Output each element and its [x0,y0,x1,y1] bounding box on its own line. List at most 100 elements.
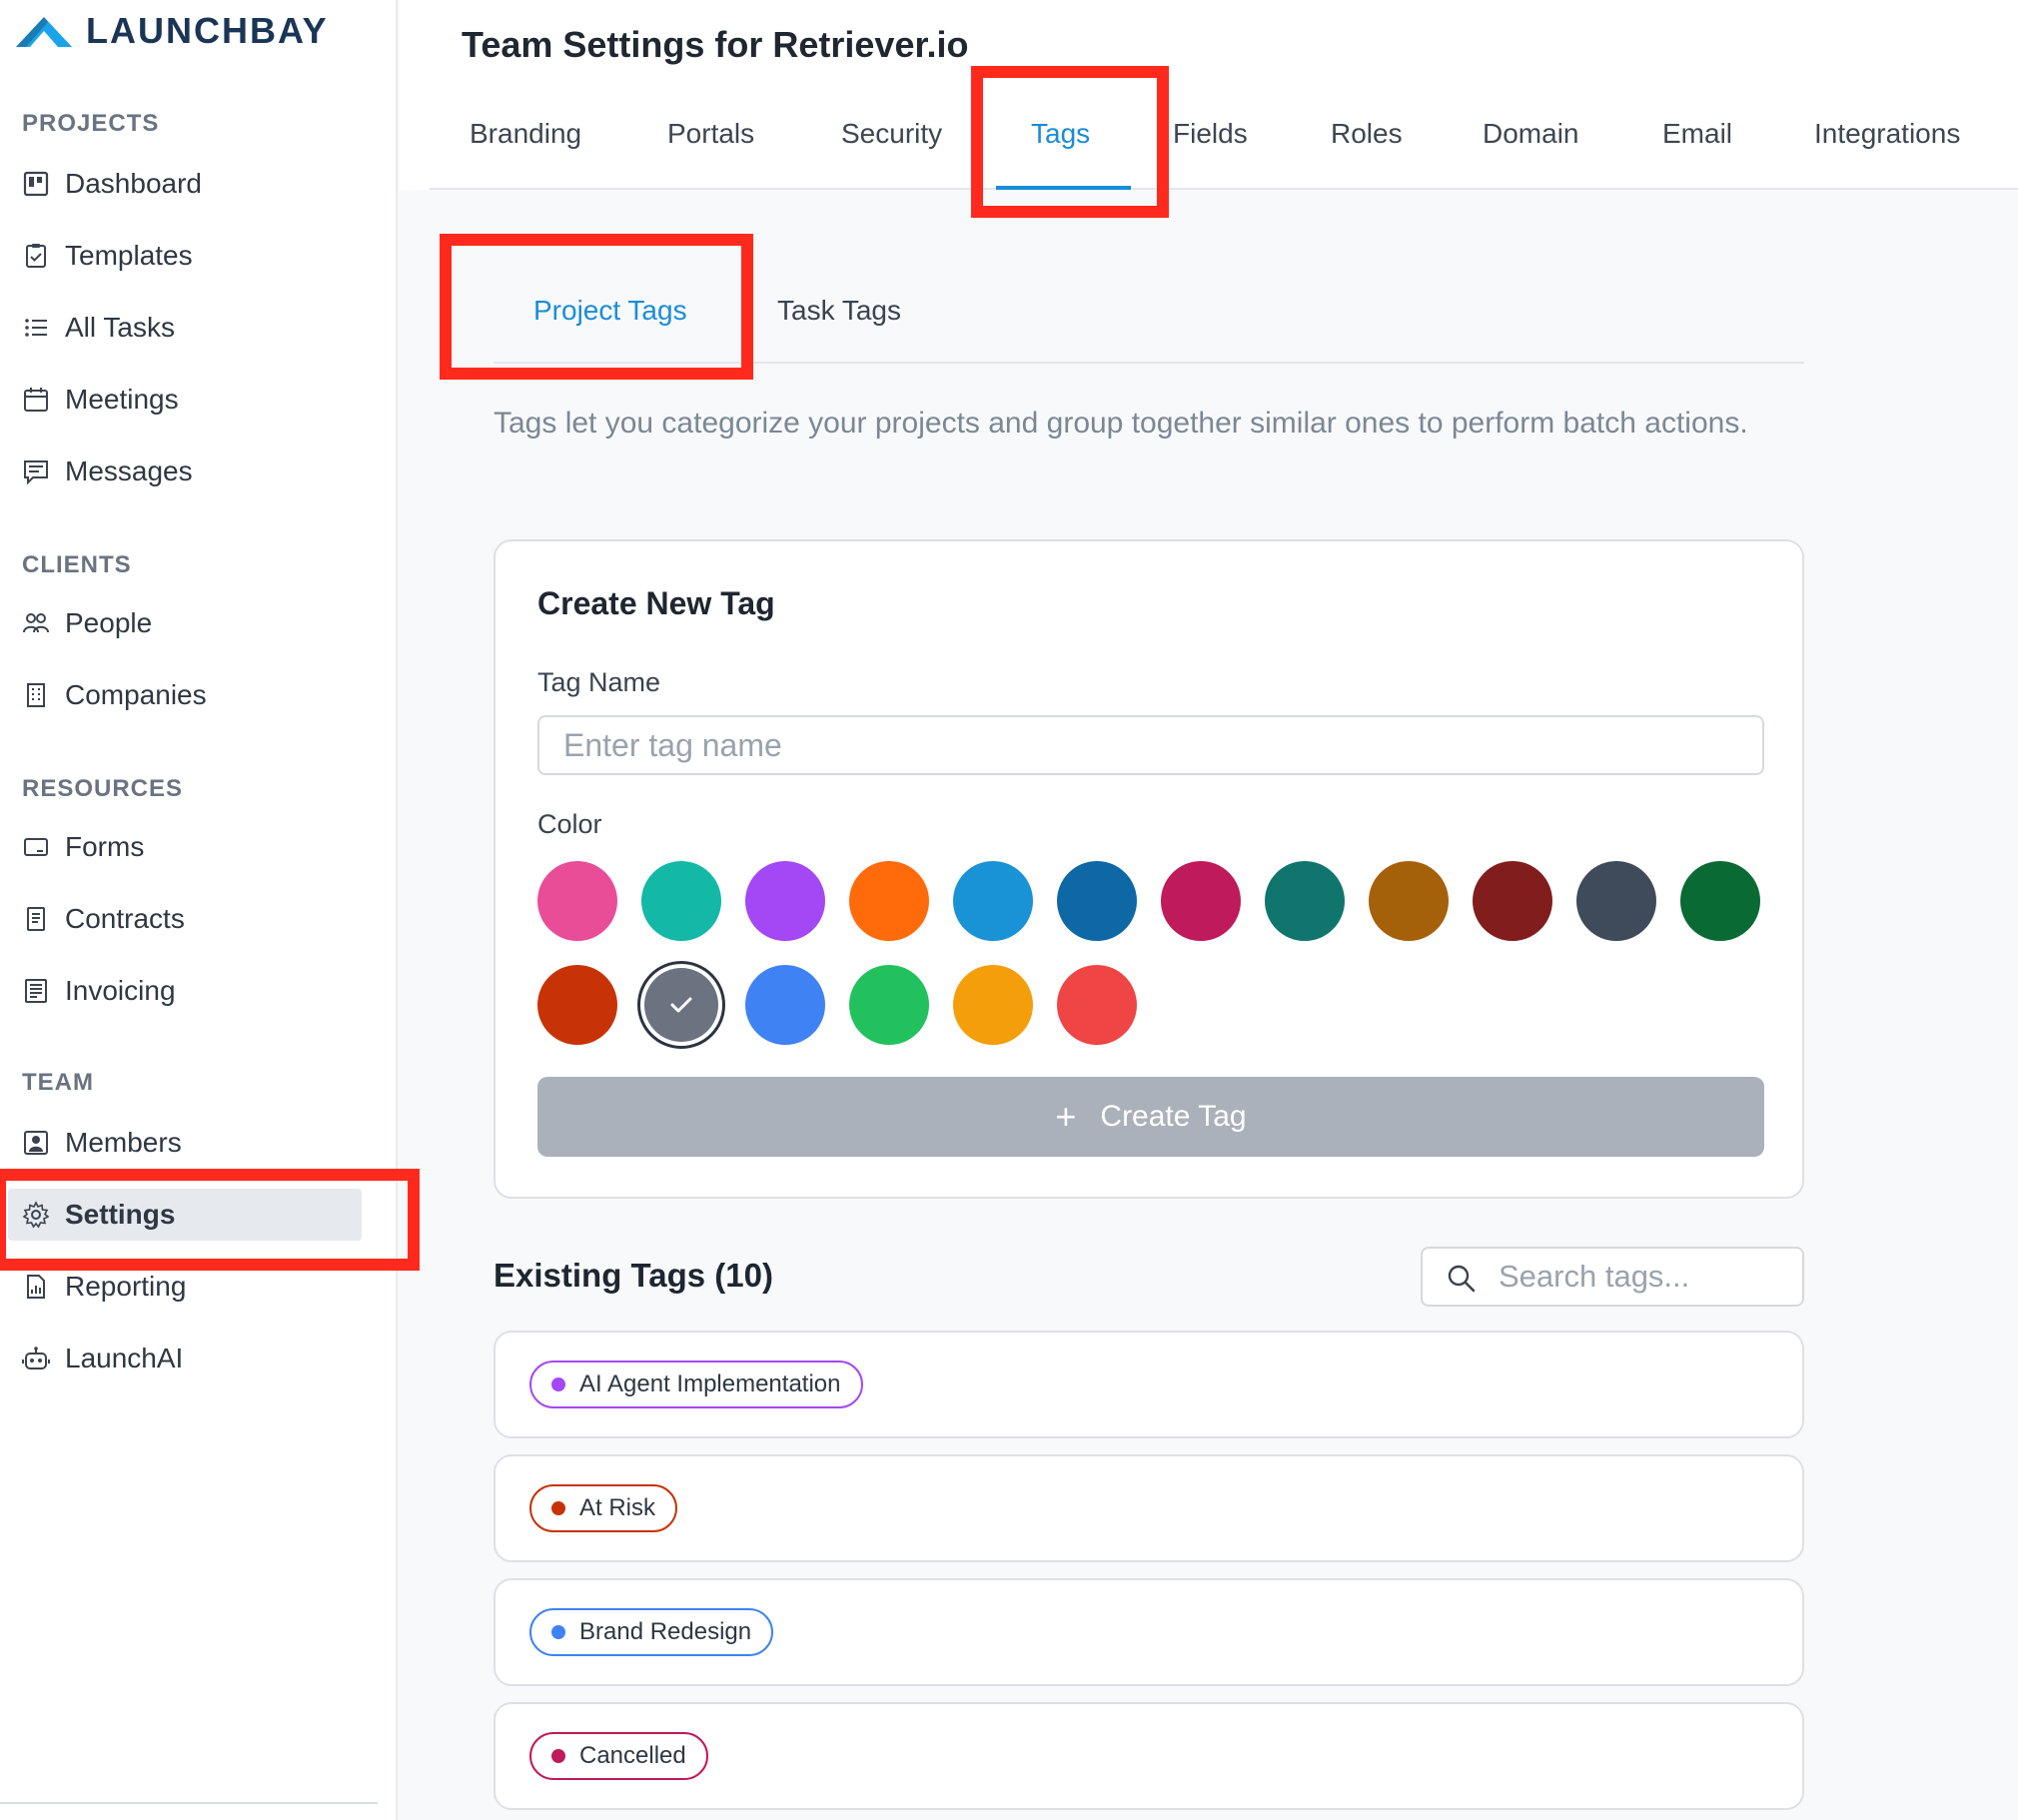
color-swatch[interactable] [953,965,1033,1045]
tags-description: Tags let you categorize your projects an… [494,407,1748,440]
color-swatch[interactable] [1473,861,1552,941]
color-swatch[interactable] [1265,861,1345,941]
sidebar-item-templates[interactable]: Templates [0,230,362,282]
tab-portals[interactable]: Portals [667,118,754,150]
color-swatch[interactable] [537,861,617,941]
check-icon [670,997,692,1013]
member-icon [22,1129,50,1157]
sidebar-item-label: Templates [65,240,193,271]
color-swatch[interactable] [953,861,1033,941]
sidebar-item-messages[interactable]: Messages [0,446,362,497]
highlight-tags-tab [971,66,1169,218]
create-tag-title: Create New Tag [537,585,775,621]
clipboard-icon [22,242,50,270]
tag-row[interactable]: Brand Redesign [494,1578,1804,1686]
sidebar-item-people[interactable]: People [0,597,362,649]
subtab-task-tags[interactable]: Task Tags [777,295,901,327]
brand-name: LAUNCHBAY [86,10,329,51]
tag-name: At Risk [579,1494,656,1521]
tab-integrations[interactable]: Integrations [1814,118,1960,150]
sidebar-item-label: Reporting [65,1271,187,1302]
plus-icon: + [1055,1096,1077,1137]
header: Team Settings for Retriever.io Branding … [400,0,2018,190]
page-title: Team Settings for Retriever.io [462,24,969,65]
sidebar-item-label: Invoicing [65,975,176,1006]
tag-color-dot [551,1501,565,1515]
tabs-divider [430,188,2018,190]
section-title-resources: RESOURCES [22,775,184,802]
sidebar-item-label: Meetings [65,384,179,415]
color-swatch[interactable] [849,861,929,941]
tab-fields[interactable]: Fields [1173,118,1248,150]
sidebar-item-launchai[interactable]: LaunchAI [0,1333,362,1384]
color-swatch[interactable] [1057,965,1137,1045]
search-icon [1447,1264,1477,1299]
sidebar-item-companies[interactable]: Companies [0,669,362,721]
sidebar-item-members[interactable]: Members [0,1117,362,1169]
section-title-team: TEAM [22,1069,94,1096]
color-swatch[interactable] [1057,861,1137,941]
tab-security[interactable]: Security [841,118,942,150]
search-tags-field[interactable] [1421,1247,1804,1307]
sidebar-item-dashboard[interactable]: Dashboard [0,158,362,210]
color-swatch[interactable] [641,861,721,941]
sidebar-item-all-tasks[interactable]: All Tasks [0,302,362,354]
tag-name: Brand Redesign [579,1618,752,1645]
sidebar-item-label: LaunchAI [65,1343,184,1373]
form-icon [22,833,50,861]
tag-pill[interactable]: At Risk [529,1484,678,1532]
report-icon [22,1273,50,1301]
tag-row[interactable]: At Risk [494,1454,1804,1562]
tab-branding[interactable]: Branding [470,118,581,150]
list-icon [22,314,50,342]
color-swatch[interactable] [1161,861,1241,941]
launchbay-logo[interactable]: LAUNCHBAY [14,10,329,52]
tag-color-dot [551,1625,565,1639]
sidebar-item-meetings[interactable]: Meetings [0,374,362,426]
sidebar: LAUNCHBAY PROJECTS Dashboard Templates A… [0,0,398,1820]
tab-domain[interactable]: Domain [1483,118,1578,150]
tag-name-label: Tag Name [537,667,661,697]
sidebar-item-label: Companies [65,679,207,710]
sidebar-item-label: Messages [65,455,193,486]
tag-name-input[interactable] [537,715,1764,775]
tab-email[interactable]: Email [1662,118,1732,150]
color-swatch[interactable] [644,968,718,1042]
color-swatch[interactable] [849,965,929,1045]
highlight-settings [0,1169,420,1271]
sidebar-item-contracts[interactable]: Contracts [0,893,362,945]
sidebar-divider [0,1802,378,1804]
tag-pill[interactable]: AI Agent Implementation [529,1361,863,1408]
search-tags-input[interactable] [1499,1257,1788,1297]
tag-pill[interactable]: Cancelled [529,1732,708,1780]
robot-icon [22,1345,50,1372]
sidebar-item-label: Forms [65,831,145,862]
color-swatch[interactable] [745,965,825,1045]
message-icon [22,457,50,485]
color-swatch[interactable] [537,965,617,1045]
section-title-projects: PROJECTS [22,110,160,137]
create-tag-button[interactable]: + Create Tag [537,1077,1764,1157]
tag-name: Cancelled [579,1742,686,1769]
tag-row[interactable]: Cancelled [494,1702,1804,1810]
color-swatch[interactable] [745,861,825,941]
sidebar-item-label: Dashboard [65,168,202,199]
tag-pill[interactable]: Brand Redesign [529,1608,774,1656]
tag-name: AI Agent Implementation [579,1370,841,1397]
color-swatch[interactable] [1576,861,1656,941]
people-icon [22,609,50,637]
building-icon [22,681,50,709]
tag-row[interactable]: AI Agent Implementation [494,1331,1804,1438]
color-swatch[interactable] [1680,861,1760,941]
color-label: Color [537,809,602,839]
sidebar-item-invoicing[interactable]: Invoicing [0,965,362,1017]
calendar-icon [22,386,50,414]
create-tag-card: Create New Tag Tag Name Color + Create T… [494,539,1804,1199]
sidebar-item-label: Members [65,1127,182,1158]
section-title-clients: CLIENTS [22,551,132,578]
tag-color-dot [551,1377,565,1391]
tab-roles[interactable]: Roles [1331,118,1403,150]
color-swatch[interactable] [1369,861,1449,941]
sidebar-item-forms[interactable]: Forms [0,821,362,873]
existing-tags-title: Existing Tags (10) [494,1257,773,1294]
